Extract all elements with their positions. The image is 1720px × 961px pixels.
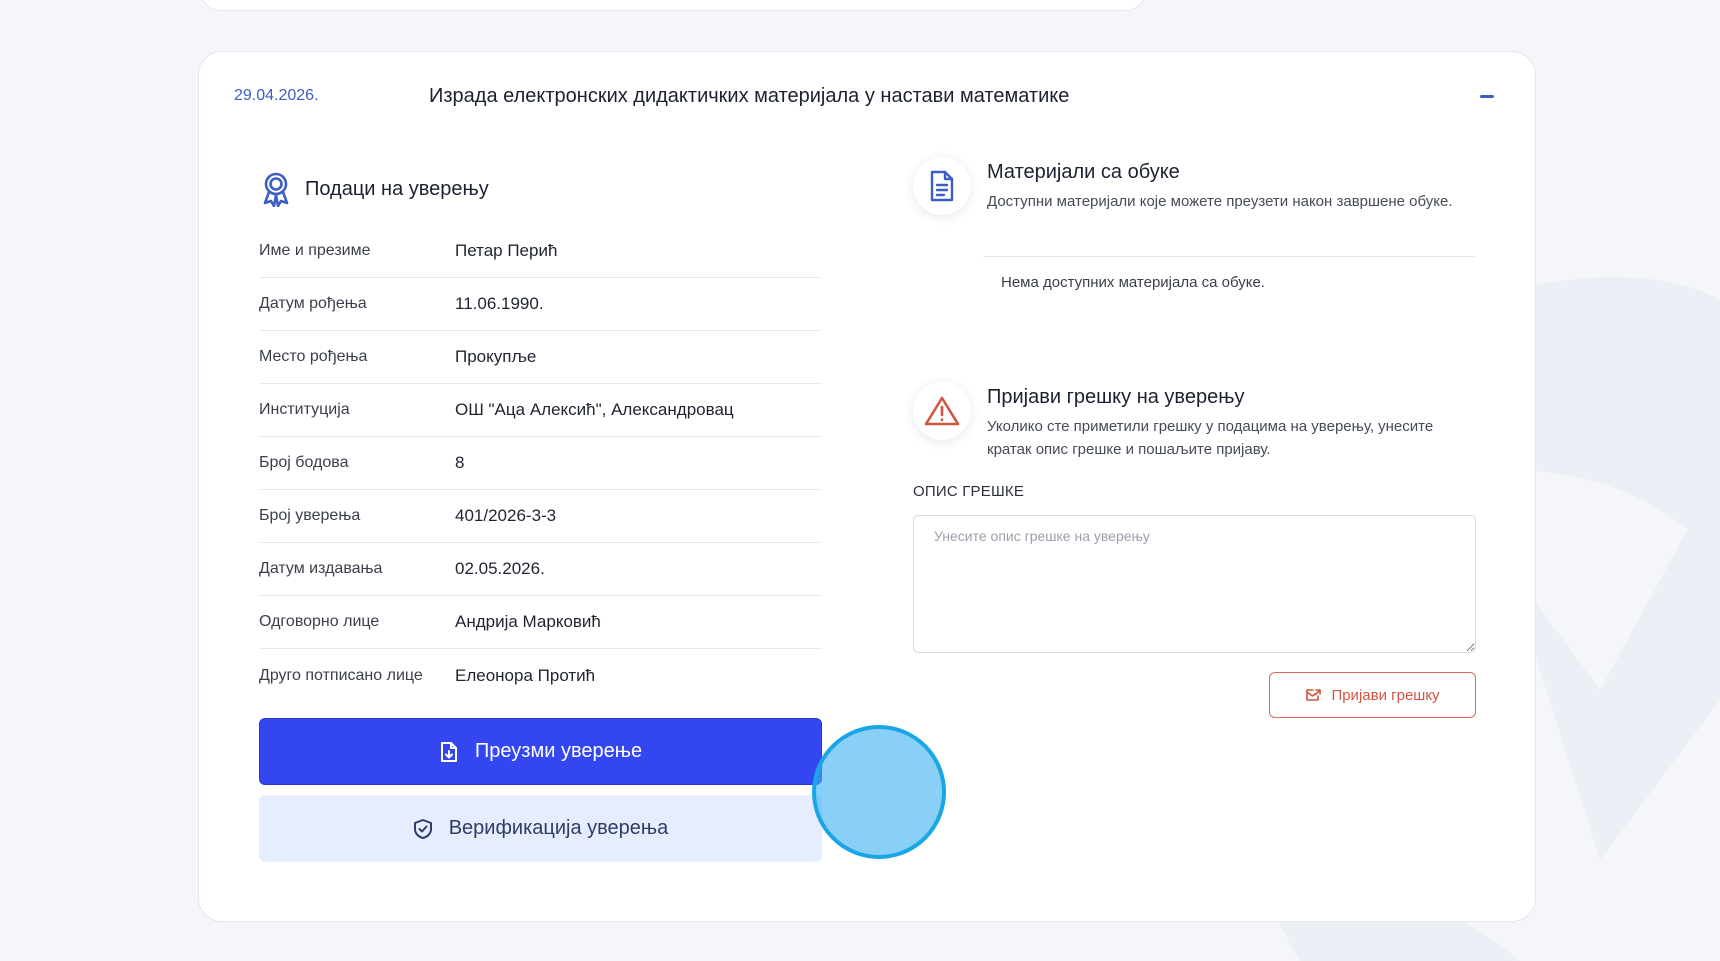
send-icon: [1305, 688, 1322, 702]
download-certificate-button[interactable]: Преузми уверење: [259, 718, 822, 785]
row-label: Датум рођења: [259, 295, 367, 312]
materials-empty-text: Нема доступних материјала са обуке.: [1001, 274, 1265, 291]
certificate-rows: Име и презиме Петар Перић Датум рођења 11.…: [259, 225, 822, 702]
row-label: Друго потписано лице: [259, 666, 423, 684]
previous-card: [199, 0, 1147, 11]
warning-icon-wrap: [913, 382, 971, 440]
document-icon-wrap: [913, 157, 971, 215]
report-title: Пријави грешку на уверењу: [987, 386, 1245, 408]
row-label: Институција: [259, 401, 350, 418]
row-label: Број уверења: [259, 507, 361, 524]
training-card: 29.04.2026. Израда електронских дидактич…: [198, 51, 1536, 922]
row-label: Број бодова: [259, 454, 349, 471]
table-row: Друго потписано лице Елеонора Протић: [259, 649, 822, 702]
file-download-icon: [439, 741, 459, 763]
shield-check-icon: [413, 818, 433, 840]
certificate-section: Подаци на уверењу Име и презиме Петар Пер…: [259, 167, 822, 702]
certificate-header: Подаци на уверењу: [259, 167, 822, 211]
table-row: Број уверења 401/2026-3-3: [259, 490, 822, 543]
minus-icon: [1480, 94, 1494, 98]
document-icon: [930, 170, 954, 202]
report-description: Уколико сте приметили грешку у подацима …: [987, 418, 1434, 458]
materials-title: Материјали са обуке: [987, 161, 1180, 183]
collapse-button[interactable]: [1477, 86, 1497, 106]
certificate-section-title: Подаци на уверењу: [305, 177, 489, 200]
row-label: Одговорно лице: [259, 613, 380, 630]
training-title: Израда електронских дидактичких материја…: [429, 85, 1070, 107]
row-value: ОШ "Аца Алексић", Александровац: [455, 400, 734, 419]
row-label: Датум издавања: [259, 560, 383, 577]
row-value: Прокупље: [455, 347, 537, 366]
row-value: Андрија Марковић: [455, 612, 601, 631]
row-value: Петар Перић: [455, 241, 558, 260]
report-error-button[interactable]: Пријави грешку: [1269, 672, 1476, 718]
row-value: Елеонора Протић: [455, 665, 596, 685]
table-row: Број бодова 8: [259, 437, 822, 490]
table-row: Датум рођења 11.06.1990.: [259, 278, 822, 331]
divider: [983, 256, 1475, 257]
row-value: 02.05.2026.: [455, 559, 545, 578]
table-row: Институција ОШ "Аца Алексић", Александров…: [259, 384, 822, 437]
row-label: Место рођења: [259, 348, 368, 365]
table-row: Место рођења Прокупље: [259, 331, 822, 384]
warning-icon: [924, 396, 960, 426]
award-icon: [259, 170, 293, 208]
row-value: 401/2026-3-3: [455, 506, 557, 525]
table-row: Име и презиме Петар Перић: [259, 225, 822, 278]
row-value: 8: [455, 453, 465, 472]
report-button-label: Пријави грешку: [1331, 686, 1440, 704]
row-label: Име и презиме: [259, 242, 371, 259]
click-indicator: [812, 725, 946, 859]
training-date: 29.04.2026.: [234, 87, 319, 104]
row-value: 11.06.1990.: [455, 294, 544, 313]
verify-certificate-button[interactable]: Верификација уверења: [259, 795, 822, 862]
download-label: Преузми уверење: [474, 740, 643, 762]
verify-label: Верификација уверења: [448, 817, 669, 839]
error-description-label: ОПИС ГРЕШКЕ: [913, 483, 1025, 500]
materials-description: Доступни материјали које можете преузети…: [987, 193, 1453, 210]
table-row: Датум издавања 02.05.2026.: [259, 543, 822, 596]
table-row: Одговорно лице Андрија Марковић: [259, 596, 822, 649]
error-description-input[interactable]: [913, 515, 1476, 653]
